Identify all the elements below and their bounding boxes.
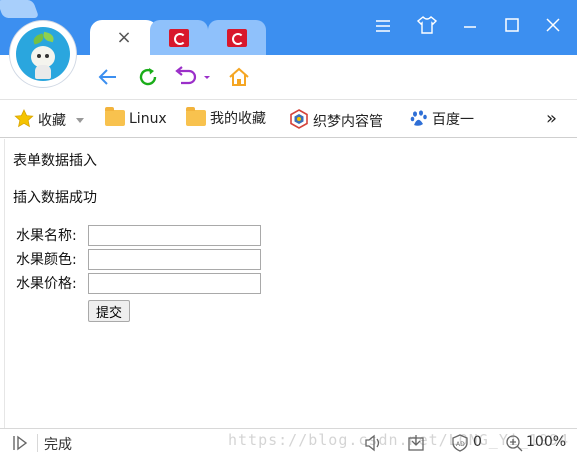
ad-block-count: 0: [473, 434, 482, 450]
form-row-price: 水果价格:: [16, 273, 88, 295]
fruit-color-input[interactable]: [88, 249, 261, 270]
minimize-icon[interactable]: [458, 16, 482, 40]
star-icon: [14, 109, 34, 134]
fruit-price-label: 水果价格:: [16, 276, 77, 292]
bookmark-label: 我的收藏: [210, 111, 266, 127]
fruit-color-label: 水果颜色:: [16, 252, 77, 268]
fruit-name-input[interactable]: [88, 225, 261, 246]
status-divider: [37, 434, 38, 452]
ad-block-shield-icon[interactable]: AD: [451, 434, 469, 452]
baidu-paw-icon: [410, 109, 428, 133]
close-icon[interactable]: ×: [114, 28, 134, 48]
tab-inactive-1[interactable]: [150, 20, 208, 55]
page-heading: 表单数据插入: [13, 153, 97, 169]
fruit-price-input[interactable]: [88, 273, 261, 294]
undo-icon[interactable]: [174, 65, 214, 89]
menu-icon[interactable]: [371, 16, 395, 40]
page-content: 表单数据插入 插入数据成功 水果名称: 水果颜色: 水果价格: 提交: [5, 139, 577, 428]
fruit-name-label: 水果名称:: [16, 228, 77, 244]
submit-button[interactable]: 提交: [88, 300, 130, 322]
success-message: 插入数据成功: [13, 190, 97, 206]
close-window-icon[interactable]: [541, 16, 565, 40]
bookmark-item-dedecms[interactable]: 织梦内容管: [289, 109, 383, 130]
bookmark-item-linux[interactable]: Linux: [105, 107, 167, 129]
svg-text:AD: AD: [456, 441, 465, 448]
home-icon[interactable]: [227, 65, 251, 89]
download-icon[interactable]: [407, 434, 425, 452]
new-tab-icon[interactable]: [0, 0, 40, 18]
skin-icon[interactable]: [415, 16, 439, 40]
bookmark-item-my-favorites[interactable]: 我的收藏: [186, 107, 266, 129]
bookmark-item-baidu[interactable]: 百度一: [410, 109, 474, 129]
back-icon[interactable]: [96, 65, 120, 89]
form-row-name: 水果名称:: [16, 225, 88, 247]
bookmarks-bar: 收藏 Linux 我的收藏 织梦内容管 百度一 »: [0, 99, 577, 138]
browser-logo[interactable]: [10, 21, 76, 87]
chevron-down-icon: [76, 118, 84, 123]
bookmark-label: 百度一: [432, 112, 474, 128]
maximize-icon[interactable]: [500, 16, 524, 40]
bookmark-label: Linux: [129, 111, 167, 127]
bookmark-label: 织梦内容管: [313, 114, 383, 130]
speaker-icon[interactable]: [364, 434, 382, 452]
status-bar: 完成 https://blog.csdn.net/LONG_Yi_1994 AD…: [0, 428, 577, 456]
tab-inactive-2[interactable]: [208, 20, 266, 55]
zoom-level[interactable]: 100%: [526, 434, 566, 450]
dedecms-icon: [289, 109, 309, 135]
title-bar: ×: [0, 0, 577, 56]
bookmark-favorites-label: 收藏: [38, 113, 66, 129]
bookmarks-overflow-button[interactable]: »: [546, 109, 557, 129]
play-icon[interactable]: [11, 434, 29, 452]
folder-icon: [105, 107, 125, 126]
c-app-icon: [227, 29, 247, 47]
zoom-in-icon[interactable]: [505, 434, 523, 452]
form-row-color: 水果颜色:: [16, 249, 88, 271]
c-app-icon: [169, 29, 189, 47]
folder-icon: [186, 107, 206, 126]
status-text: 完成: [44, 437, 72, 453]
refresh-icon[interactable]: [136, 65, 160, 89]
nav-toolbar: [0, 55, 577, 99]
bookmark-favorites[interactable]: 收藏: [14, 109, 84, 129]
